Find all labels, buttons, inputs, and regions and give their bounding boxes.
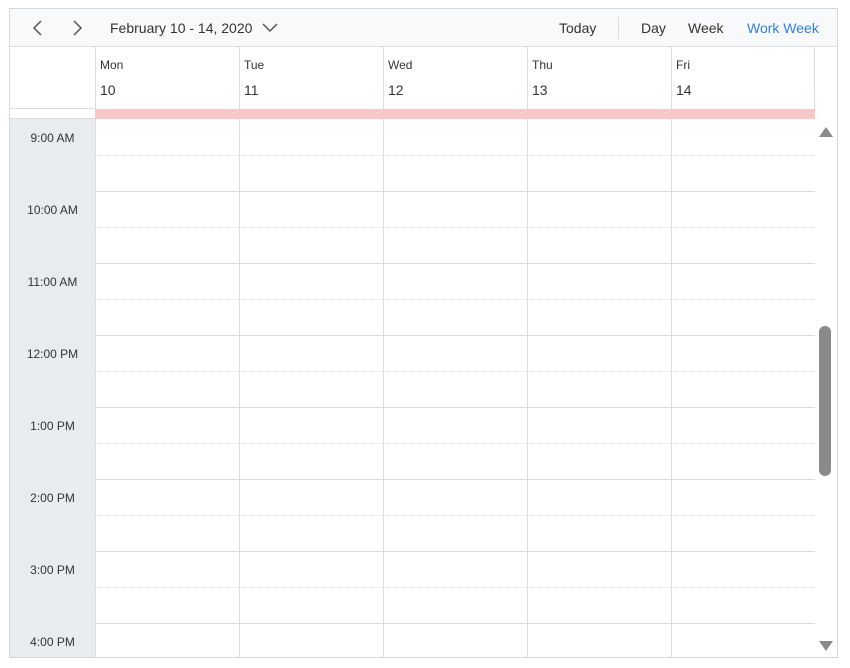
all-day-band[interactable] bbox=[95, 109, 815, 119]
time-label: 11:00 AM bbox=[27, 275, 78, 289]
day-name: Tue bbox=[244, 58, 265, 72]
day-column-divider bbox=[239, 119, 240, 657]
day-header-wed[interactable]: Wed 12 bbox=[383, 47, 527, 109]
hour-line bbox=[95, 191, 815, 192]
toolbar-divider bbox=[618, 17, 619, 39]
view-day-button[interactable]: Day bbox=[641, 19, 666, 37]
half-hour-line bbox=[95, 587, 815, 588]
next-button[interactable] bbox=[65, 16, 89, 40]
chevron-right-icon bbox=[73, 20, 83, 36]
time-label: 4:00 PM bbox=[30, 635, 75, 649]
prev-button[interactable] bbox=[26, 16, 50, 40]
day-header-thu[interactable]: Thu 13 bbox=[527, 47, 671, 109]
day-column-divider bbox=[527, 119, 528, 657]
date-header: Mon 10 Tue 11 Wed 12 Thu 13 Fri 14 bbox=[10, 47, 837, 109]
hour-line bbox=[95, 479, 815, 480]
hour-line bbox=[95, 407, 815, 408]
chevron-left-icon bbox=[32, 20, 42, 36]
day-name: Mon bbox=[100, 58, 124, 72]
day-column-divider bbox=[95, 119, 96, 657]
half-hour-line bbox=[95, 299, 815, 300]
day-number: 11 bbox=[244, 82, 259, 98]
date-range-picker[interactable]: February 10 - 14, 2020 bbox=[110, 19, 278, 37]
all-day-corner bbox=[10, 109, 95, 119]
half-hour-line bbox=[95, 443, 815, 444]
view-week-button[interactable]: Week bbox=[688, 19, 724, 37]
half-hour-line bbox=[95, 371, 815, 372]
toolbar: February 10 - 14, 2020 Today Day Week Wo… bbox=[10, 9, 837, 47]
time-slot-grid[interactable] bbox=[95, 119, 815, 657]
view-work-week-button[interactable]: Work Week bbox=[747, 19, 819, 37]
half-hour-line bbox=[95, 155, 815, 156]
time-label: 12:00 PM bbox=[26, 347, 79, 361]
scroll-down-arrow-icon[interactable] bbox=[818, 639, 834, 657]
time-label: 2:00 PM bbox=[30, 491, 75, 505]
day-number: 13 bbox=[532, 82, 548, 98]
chevron-down-icon bbox=[262, 20, 278, 36]
hour-line bbox=[95, 623, 815, 624]
time-label: 3:00 PM bbox=[30, 563, 75, 577]
day-number: 10 bbox=[100, 82, 116, 98]
time-label: 10:00 AM bbox=[27, 203, 78, 217]
day-column-divider bbox=[671, 119, 672, 657]
day-number: 12 bbox=[388, 82, 404, 98]
time-label: 1:00 PM bbox=[30, 419, 75, 433]
hour-line bbox=[95, 551, 815, 552]
day-column-divider bbox=[383, 119, 384, 657]
time-column: 9:00 AM 10:00 AM 11:00 AM 12:00 PM 1:00 … bbox=[10, 119, 95, 657]
time-grid-area: 9:00 AM 10:00 AM 11:00 AM 12:00 PM 1:00 … bbox=[10, 119, 837, 657]
scroll-up-arrow-icon[interactable] bbox=[818, 125, 834, 143]
date-range-label: February 10 - 14, 2020 bbox=[110, 20, 253, 36]
day-header-mon[interactable]: Mon 10 bbox=[95, 47, 239, 109]
header-corner bbox=[10, 47, 95, 109]
day-name: Fri bbox=[676, 58, 690, 72]
half-hour-line bbox=[95, 515, 815, 516]
vertical-scrollbar[interactable] bbox=[815, 119, 837, 657]
day-name: Wed bbox=[388, 58, 413, 72]
day-header-tue[interactable]: Tue 11 bbox=[239, 47, 383, 109]
day-header-fri[interactable]: Fri 14 bbox=[671, 47, 815, 109]
day-number: 14 bbox=[676, 82, 692, 98]
scheduler: February 10 - 14, 2020 Today Day Week Wo… bbox=[9, 8, 838, 658]
hour-line bbox=[95, 263, 815, 264]
day-name: Thu bbox=[532, 58, 553, 72]
scroll-thumb[interactable] bbox=[819, 326, 831, 476]
today-button[interactable]: Today bbox=[559, 19, 596, 37]
time-label: 9:00 AM bbox=[30, 131, 75, 145]
half-hour-line bbox=[95, 227, 815, 228]
hour-line bbox=[95, 335, 815, 336]
